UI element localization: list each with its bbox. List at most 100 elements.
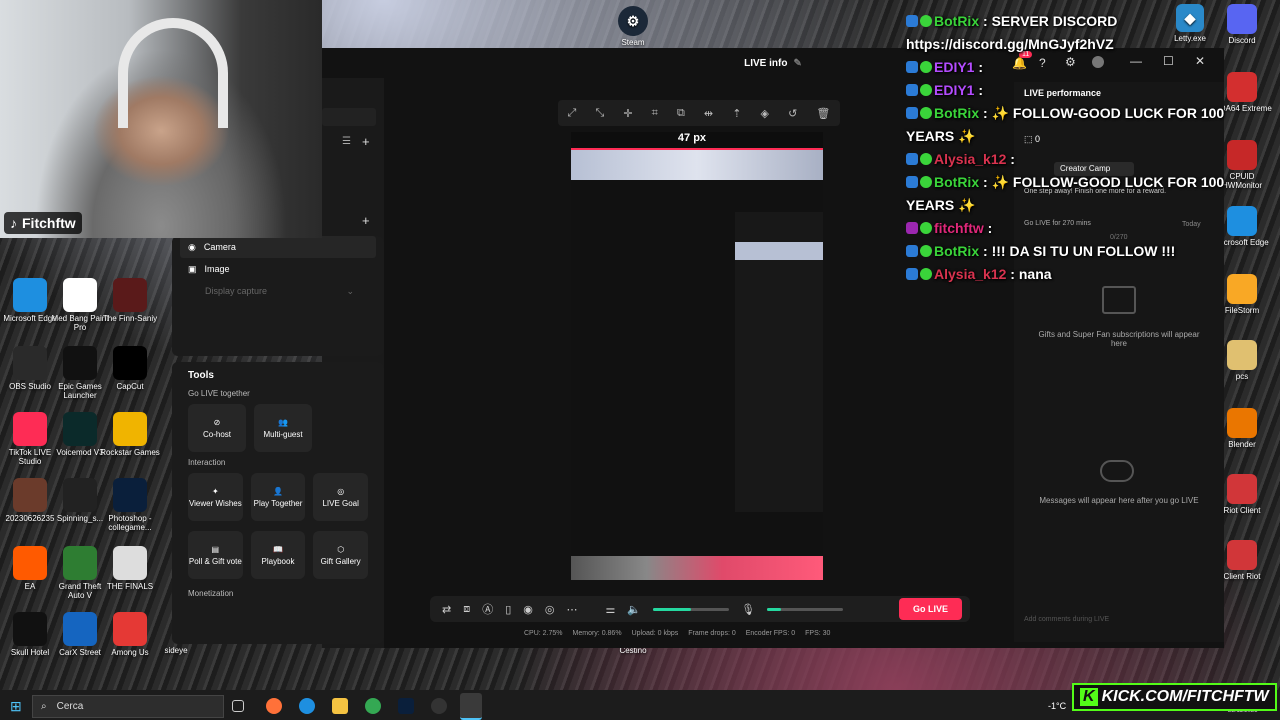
add-scene-icon[interactable]: +: [362, 134, 370, 149]
record-icon[interactable]: ◉: [523, 603, 533, 616]
delete-icon[interactable]: 🗑: [816, 107, 830, 120]
app-icon: [113, 478, 147, 512]
app-icon: [13, 478, 47, 512]
expand-icon[interactable]: ⤡: [595, 107, 604, 120]
badge-icon: [906, 15, 918, 27]
mixer-icon[interactable]: ⚌: [606, 603, 616, 616]
source-display-capture[interactable]: Display capture ⌄: [172, 280, 384, 302]
verified-icon: [920, 268, 932, 280]
photoshop-icon[interactable]: [398, 698, 414, 714]
gift-icon: ⬡: [337, 544, 345, 554]
stats-bar: CPU: 2.75% Memory: 0.86% Upload: 0 kbps …: [524, 630, 831, 637]
viewer-wishes-button[interactable]: ✦ Viewer Wishes: [188, 473, 243, 521]
preview-controls-bar: ⇄ ⧈ Ⓐ ▯ ◉ ◎ ⋯ ⚌ 🔈 🎙: [430, 596, 970, 622]
chat-separator: :: [1006, 151, 1015, 167]
verified-icon: [920, 176, 932, 188]
image-icon: ▣: [188, 263, 197, 274]
multi-guest-button[interactable]: 👥 Multi-guest: [254, 404, 312, 452]
taskbar-search[interactable]: ⌕ Cerca: [32, 695, 224, 718]
verified-icon: [920, 245, 932, 257]
chat-text: YEARS ✨: [906, 128, 976, 144]
comment-input[interactable]: Add comments during LIVE: [1020, 612, 1204, 628]
playbook-button[interactable]: 📖 Playbook: [250, 531, 306, 579]
app-icon[interactable]: [431, 698, 447, 714]
effects-icon[interactable]: ⧈: [463, 603, 470, 616]
verified-icon: [920, 15, 932, 27]
chevron-down-icon: ⌄: [346, 285, 354, 296]
app-icon: [1227, 408, 1257, 438]
layers-icon[interactable]: ◈: [761, 107, 769, 120]
camera-switch-icon[interactable]: ◎: [545, 603, 555, 616]
flip-icon[interactable]: ⇹: [704, 107, 713, 120]
app-icon: [1227, 140, 1257, 170]
badge-icon: [906, 245, 918, 257]
task-view-icon[interactable]: [232, 700, 244, 712]
goal-icon: ◎: [337, 486, 345, 496]
gift-box-icon: [1102, 286, 1136, 314]
chrome-icon[interactable]: [365, 698, 381, 714]
play-together-button[interactable]: 👤 Play Together: [250, 473, 306, 521]
list-icon[interactable]: ☰: [342, 136, 351, 147]
desktop-icon[interactable]: Rockstar Games: [100, 412, 160, 457]
edit-icon[interactable]: ✎: [793, 58, 801, 69]
sources-list: ◉ Camera ▣ Image Display capture ⌄: [172, 236, 384, 356]
chat-message: YEARS ✨: [906, 125, 1230, 148]
chat-separator: :: [979, 243, 992, 259]
users-icon: 👥: [278, 417, 288, 427]
layer-up-icon[interactable]: ⇡: [732, 107, 741, 120]
copy-icon[interactable]: ⧉: [677, 107, 685, 120]
live-preview[interactable]: [571, 132, 823, 580]
chat-username: Alysia_k12: [934, 266, 1007, 282]
app-icon: [1227, 340, 1257, 370]
go-live-button[interactable]: Go LIVE: [899, 598, 962, 620]
ai-icon[interactable]: Ⓐ: [482, 601, 493, 617]
desktop-icon-steam[interactable]: ⚙ Steam: [603, 6, 663, 47]
app-icon: [63, 478, 97, 512]
desktop-icon[interactable]: CapCut: [100, 346, 160, 391]
desktop-icon-sideye[interactable]: sideye: [146, 646, 206, 655]
chat-username: BotRix: [934, 174, 980, 190]
app-icon: [1227, 72, 1257, 102]
microphone-icon[interactable]: 🎙: [741, 603, 755, 616]
app-icon: [63, 612, 97, 646]
gift-gallery-button[interactable]: ⬡ Gift Gallery: [313, 531, 369, 579]
chat-username: EDIY1: [934, 82, 975, 98]
undo-icon[interactable]: ↺: [788, 107, 797, 120]
verified-icon: [920, 84, 932, 96]
desktop-icon[interactable]: The Finn-Saniy: [100, 278, 160, 323]
scene-item[interactable]: [322, 108, 376, 126]
preview-bottom-strip: [571, 556, 823, 580]
live-goal-button[interactable]: ◎ LIVE Goal: [313, 473, 369, 521]
mic-volume-slider[interactable]: [767, 607, 844, 611]
speaker-volume-slider[interactable]: [653, 607, 730, 611]
chat-text: ✨ FOLLOW-GOOD LUCK FOR 100: [991, 174, 1225, 190]
add-source-icon[interactable]: +: [362, 213, 370, 228]
explorer-icon[interactable]: [332, 698, 348, 714]
speaker-icon[interactable]: 🔈: [627, 603, 641, 616]
poll-gift-vote-button[interactable]: ▤ Poll & Gift vote: [188, 531, 243, 579]
phone-icon[interactable]: ▯: [505, 603, 511, 616]
chat-text: https://discord.gg/MnGJyf2hVZ: [906, 36, 1114, 52]
crop-icon[interactable]: ⌗: [652, 107, 658, 120]
chat-message: BotRix : ✨ FOLLOW-GOOD LUCK FOR 100: [906, 102, 1230, 125]
chat-separator: :: [983, 220, 993, 236]
source-image[interactable]: ▣ Image: [172, 258, 384, 280]
desktop-icon[interactable]: THE FINALS: [100, 546, 160, 591]
center-icon[interactable]: ✛: [623, 107, 632, 120]
badge-icon: [906, 176, 918, 188]
chat-message: BotRix : SERVER DISCORD: [906, 10, 1230, 33]
badge-icon: [906, 84, 918, 96]
kick-overlay: K KICK.COM/FITCHFTW: [1072, 683, 1277, 711]
tiktok-live-studio-taskbar-icon[interactable]: [460, 693, 482, 720]
more-icon[interactable]: ⋯: [567, 603, 578, 616]
chat-text: YEARS ✨: [906, 197, 976, 213]
firefox-icon[interactable]: [266, 698, 282, 714]
fit-icon[interactable]: ⤢: [568, 107, 577, 120]
desktop-icon[interactable]: Photoshop - collegame...: [100, 478, 160, 532]
windows-start-icon[interactable]: ⊞: [10, 698, 22, 715]
source-camera[interactable]: ◉ Camera: [180, 236, 376, 258]
edge-icon[interactable]: [299, 698, 315, 714]
co-host-button[interactable]: ⊘ Co-host: [188, 404, 246, 452]
verified-icon: [920, 107, 932, 119]
shuffle-icon[interactable]: ⇄: [442, 603, 451, 616]
